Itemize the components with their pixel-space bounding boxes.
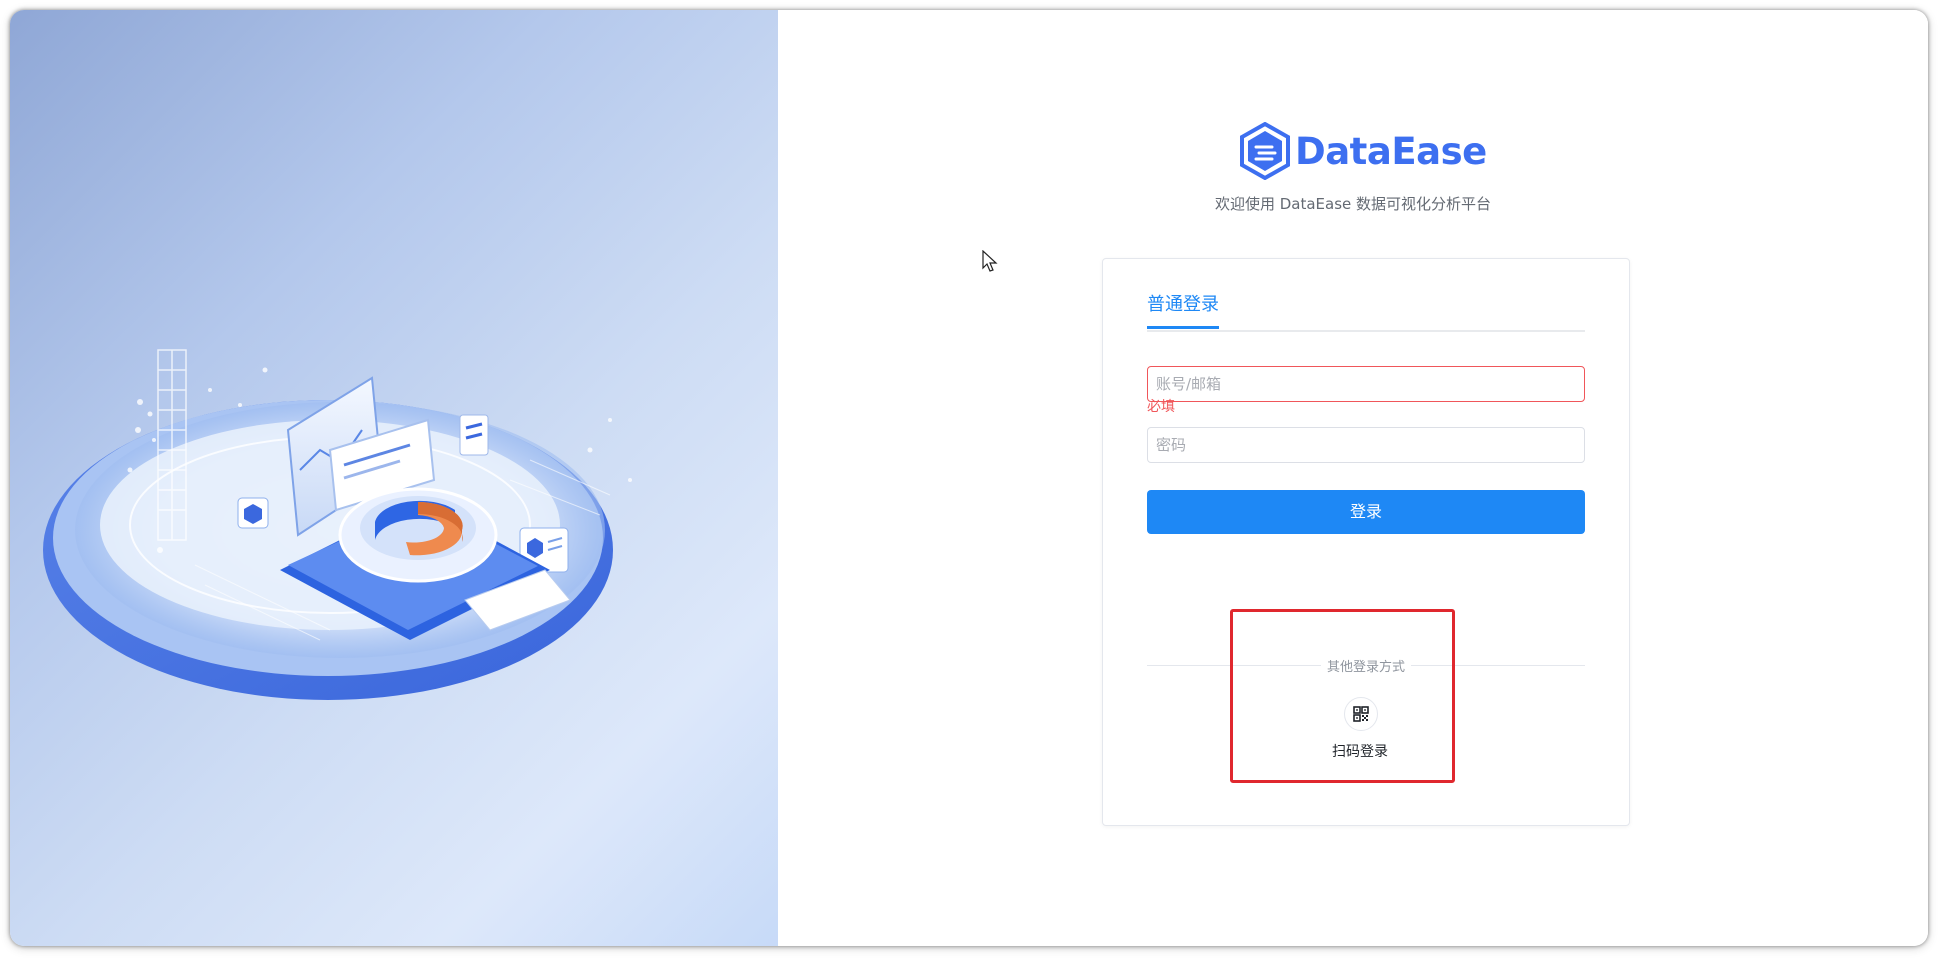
qr-login-button[interactable] [1344, 697, 1378, 731]
password-input[interactable] [1148, 428, 1584, 462]
password-field[interactable] [1147, 427, 1585, 463]
account-input[interactable] [1148, 367, 1584, 401]
isometric-platform-illustration [43, 349, 632, 700]
login-card: 普通登录 必填 登录 其他登录方式 [1102, 258, 1630, 826]
brand-logo: DataEase [1239, 120, 1487, 182]
divider-left [1147, 665, 1321, 666]
login-button[interactable]: 登录 [1147, 490, 1585, 534]
login-window: DataEase 欢迎使用 DataEase 数据可视化分析平台 普通登录 必填… [10, 10, 1928, 946]
login-tabs: 普通登录 [1147, 283, 1585, 332]
dataease-logo-icon [1240, 122, 1290, 180]
login-panel: DataEase 欢迎使用 DataEase 数据可视化分析平台 普通登录 必填… [778, 10, 1928, 946]
account-field[interactable] [1147, 366, 1585, 402]
account-error-message: 必填 [1147, 399, 1175, 415]
hero-illustration-panel [10, 10, 778, 946]
qr-code-icon [1353, 706, 1369, 722]
brand-name: DataEase [1295, 129, 1487, 173]
other-login-label: 其他登录方式 [1326, 660, 1405, 675]
divider-right [1411, 665, 1585, 666]
tab-normal-login[interactable]: 普通登录 [1147, 293, 1219, 329]
welcome-text: 欢迎使用 DataEase 数据可视化分析平台 [1214, 195, 1492, 213]
qr-login-label[interactable]: 扫码登录 [1310, 741, 1410, 761]
mouse-pointer-icon [982, 250, 998, 272]
